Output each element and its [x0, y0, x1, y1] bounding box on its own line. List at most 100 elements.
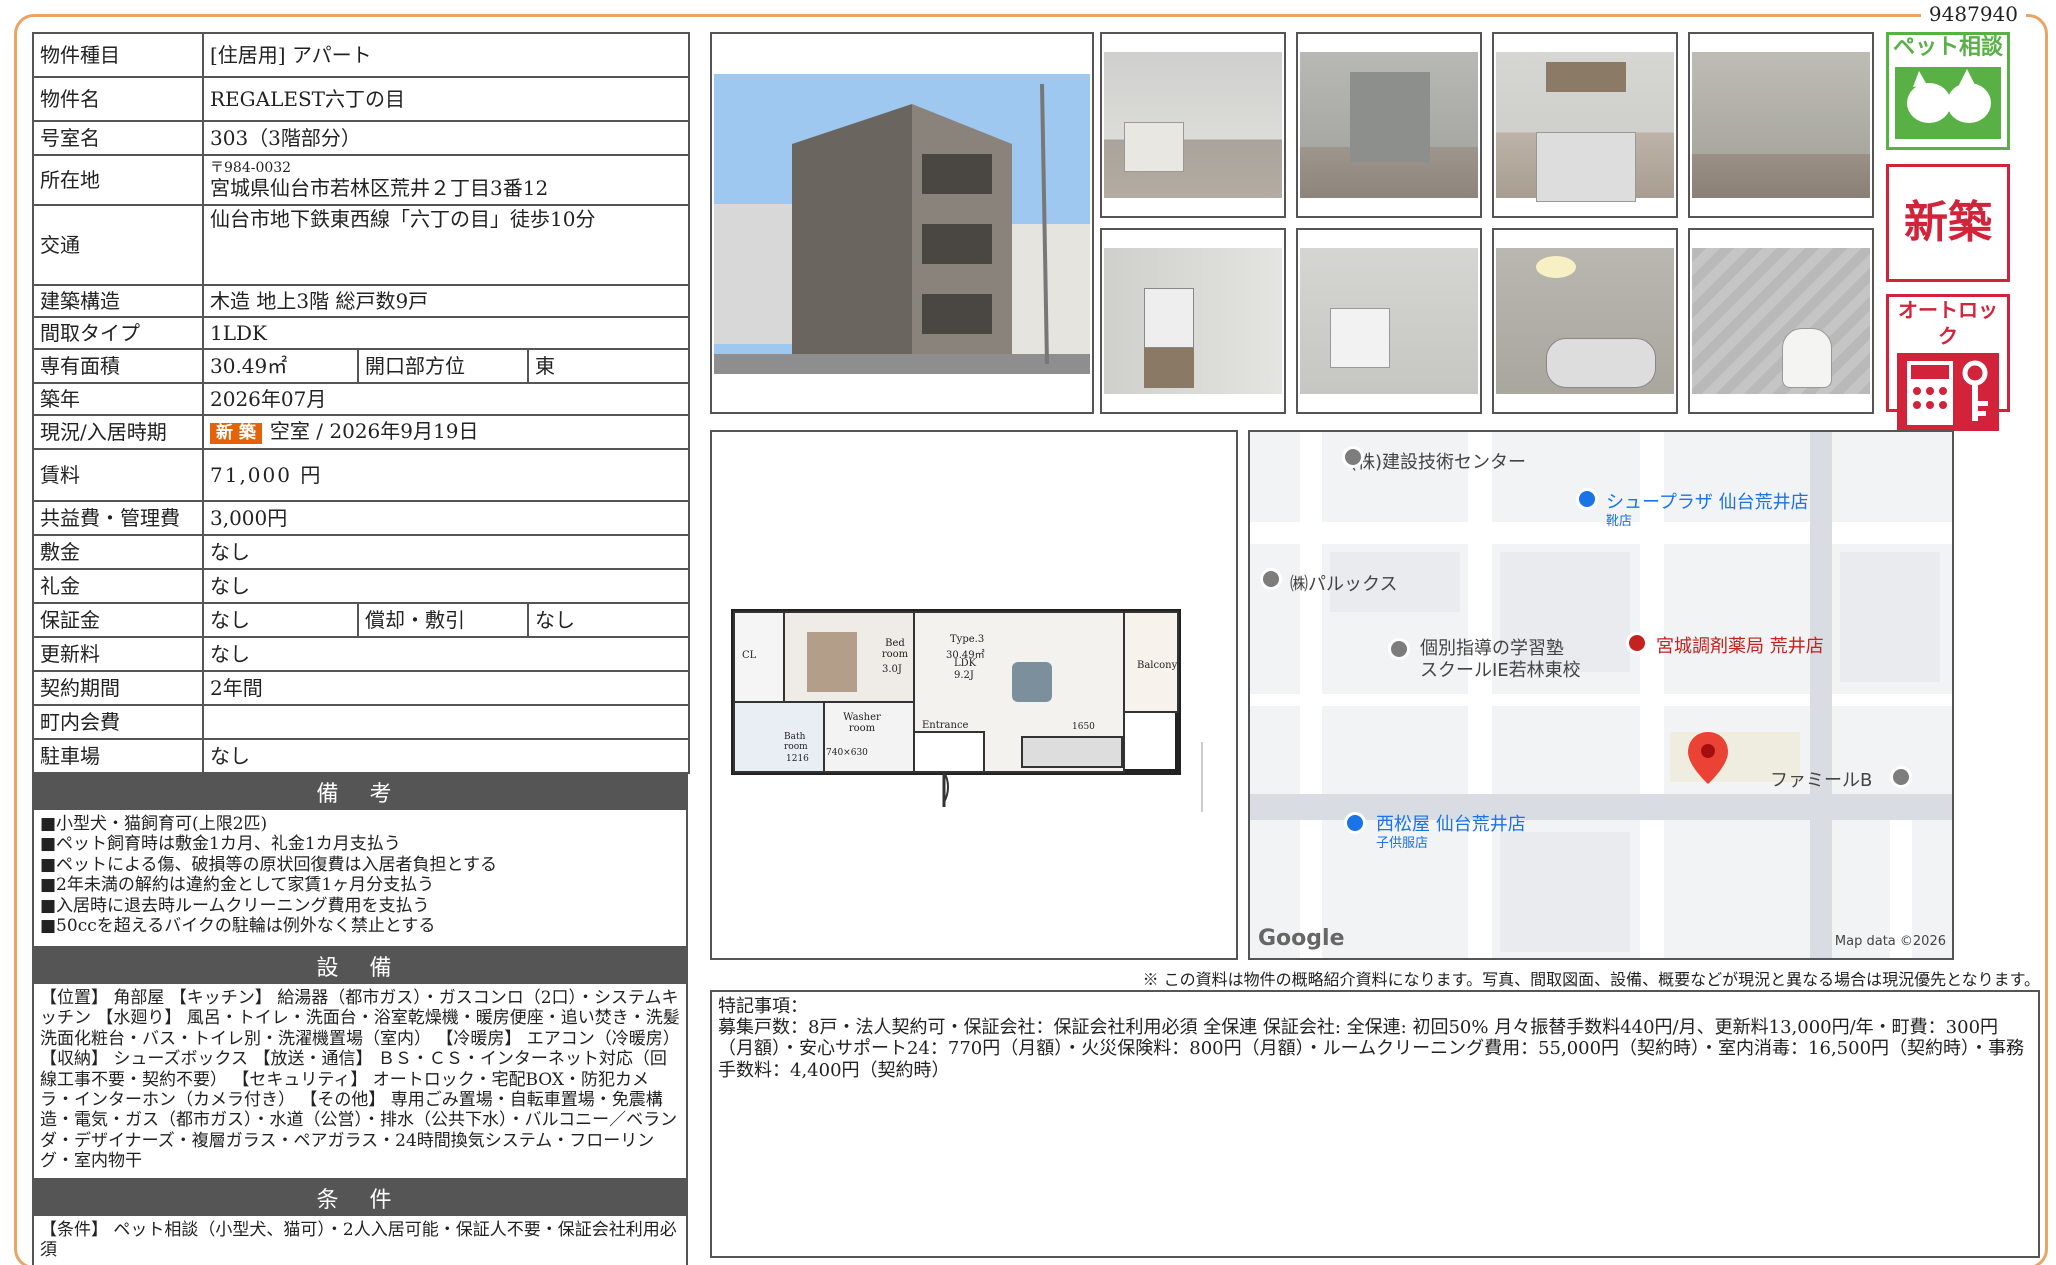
plan-ldk: LDK: [954, 658, 977, 669]
autolock-icon: [1897, 353, 1999, 431]
pet-icon: [1895, 67, 2001, 139]
value-deposit: なし: [201, 534, 691, 570]
label-rent: 賃料: [32, 448, 204, 502]
interior-photo-kitchen-2: [1492, 32, 1678, 218]
label-status: 現況/入居時期: [32, 414, 204, 450]
new-build-badge: 新 築: [210, 422, 262, 445]
interior-photo-toilet: [1688, 228, 1874, 414]
google-logo: Google: [1258, 926, 1345, 951]
value-renewal: なし: [201, 636, 691, 672]
value-layout: 1LDK: [201, 316, 691, 350]
label-parking: 駐車場: [32, 738, 204, 774]
label-fee: 共益費・管理費: [32, 500, 204, 536]
value-amortization: なし: [526, 602, 691, 638]
label-deposit: 敷金: [32, 534, 204, 570]
map-label-shoe-plaza: シュープラザ 仙台荒井店: [1606, 492, 1809, 513]
plan-bed: Bed room: [881, 638, 909, 660]
label-facing: 開口部方位: [357, 348, 529, 384]
property-table: 物件種目 [住居用] アパート 物件名 REGALEST六丁の目 号室名 303（3階…: [32, 32, 691, 774]
label-contract: 契約期間: [32, 670, 204, 706]
disclaimer-note: ※ この資料は物件の概略紹介資料になります。写真、間取図面、設備、概要などが現況…: [1142, 970, 2040, 989]
school-marker-icon: [1388, 638, 1410, 660]
label-type: 物件種目: [32, 32, 204, 78]
new-badge-label: 新築: [1904, 197, 1992, 248]
interior-photo-washbasin-1: [1100, 228, 1286, 414]
setsubi-heading: 設 備: [32, 948, 688, 984]
value-room: 303（3階部分）: [201, 120, 691, 156]
biko-line: ■2年未満の解約は違約金として家賃1ヶ月分支払う: [40, 875, 435, 896]
jouken-body: 【条件】 ペット相談（小型犬、猫可）・2人入居可能・保証人不要・保証会社利用必須: [32, 1216, 688, 1265]
interior-photo-washbasin-2: [1296, 228, 1482, 414]
biko-line: ■ペット飼育時は敷金1カ月、礼金1カ月支払う: [40, 834, 401, 855]
autolock-badge-label: オートロック: [1898, 298, 1998, 348]
new-build-big-badge: 新築: [1886, 164, 2010, 282]
value-type: [住居用] アパート: [201, 32, 691, 78]
value-rent: 71,000 円: [201, 448, 691, 502]
value-built: 2026年07月: [201, 382, 691, 416]
map-label-famil: ファミールB: [1770, 770, 1873, 791]
autolock-badge: オートロック: [1886, 294, 2010, 431]
plan-balcony: Balcony: [1137, 660, 1178, 671]
interior-photo-kitchen-1: [1100, 32, 1286, 218]
value-address: 〒984-0032 宮城県仙台市若林区荒井２丁目3番12: [201, 154, 691, 206]
value-fee: 3,000円: [201, 500, 691, 536]
label-renewal: 更新料: [32, 636, 204, 672]
status-text: 空室 / 2026年9月19日: [269, 418, 479, 443]
label-built: 築年: [32, 382, 204, 416]
value-parking: なし: [201, 738, 691, 774]
biko-line: ■入居時に退去時ルームクリーニング費用を支払う: [40, 895, 430, 916]
setsubi-body: 【位置】 角部屋 【キッチン】 給湯器（都市ガス）・ガスコンロ（2口）・システム…: [32, 984, 688, 1180]
map-label-shoe-sub: 靴店: [1606, 514, 1633, 529]
map-data-attribution: Map data ©2026: [1834, 934, 1946, 949]
biko-heading: 備 考: [32, 774, 688, 810]
special-remarks: 特記事項： 募集戸数：8戸・法人契約可・保証会社：保証会社利用必須 全保連 保証…: [710, 990, 2040, 1258]
plan-bath: Bath room: [784, 732, 808, 752]
remarks-text: 募集戸数：8戸・法人契約可・保証会社：保証会社利用必須 全保連 保証会社: 全保…: [718, 1017, 2025, 1081]
value-structure: 木造 地上3階 総戸数9戸: [201, 284, 691, 318]
plan-dim-1650: 1650: [1072, 722, 1095, 732]
label-amortization: 償却・敷引: [357, 602, 529, 638]
value-area: 30.49㎡: [202, 348, 359, 384]
property-table-panel: 物件種目 [住居用] アパート 物件名 REGALEST六丁の目 号室名 303（3階…: [32, 32, 691, 1265]
label-access: 交通: [32, 204, 204, 286]
biko-line: ■小型犬・猫飼育可(上限2匹): [40, 814, 268, 834]
shop-marker-icon: [1344, 812, 1366, 834]
zip-code: 〒984-0032: [210, 160, 292, 177]
value-guarantee: なし: [202, 602, 359, 638]
floor-plan: CL Bed room 3.0J Type.3 30.49㎡ LDK 9.2J …: [710, 430, 1238, 960]
plan-dim-1216: 1216: [786, 754, 809, 764]
jouken-heading: 条 件: [32, 1180, 688, 1216]
remarks-title: 特記事項：: [718, 996, 808, 1017]
label-town-fee: 町内会費: [32, 704, 204, 740]
interior-photo-room-1: [1296, 32, 1482, 218]
plan-bed-size: 3.0J: [882, 664, 902, 675]
label-layout: 間取タイプ: [32, 316, 204, 350]
label-room: 号室名: [32, 120, 204, 156]
value-access: 仙台市地下鉄東西線「六丁の目」徒歩10分: [201, 204, 691, 286]
interior-photo-bath: [1492, 228, 1678, 414]
value-facing: 東: [526, 348, 691, 384]
label-structure: 建築構造: [32, 284, 204, 318]
label-area: 専有面積: [32, 348, 204, 384]
map-label-juku-2: スクールIE若林東校: [1420, 660, 1581, 681]
value-key-money: なし: [201, 568, 691, 604]
pharmacy-marker-icon: [1626, 632, 1648, 654]
plan-washer: Washer room: [843, 712, 881, 734]
biko-body: ■小型犬・猫飼育可(上限2匹) ■ペット飼育時は敷金1カ月、礼金1カ月支払う ■…: [32, 810, 688, 948]
pet-badge-label: ペット相談: [1892, 35, 2003, 60]
map-label-paruccs: ㈱パルックス: [1290, 574, 1398, 595]
label-name: 物件名: [32, 76, 204, 122]
plan-ldk-size: 9.2J: [954, 670, 974, 681]
map-label-nishimatsu-sub: 子供服店: [1376, 836, 1429, 851]
plan-entrance: Entrance: [922, 720, 969, 731]
label-key-money: 礼金: [32, 568, 204, 604]
plan-type: Type.3: [950, 634, 985, 645]
map-label-pharmacy: 宮城調剤薬局 荒井店: [1656, 636, 1824, 657]
poi-marker-icon: [1890, 766, 1912, 788]
location-map: (株)建設技術センター シュープラザ 仙台荒井店 靴店 ㈱パルックス 個別指導の…: [1248, 430, 1954, 960]
plan-dim-740: 740×630: [826, 748, 868, 758]
value-contract: 2年間: [201, 670, 691, 706]
exterior-photo: [710, 32, 1094, 414]
map-label-kensetsu: (株)建設技術センター: [1350, 452, 1527, 473]
poi-marker-icon: [1342, 446, 1364, 468]
